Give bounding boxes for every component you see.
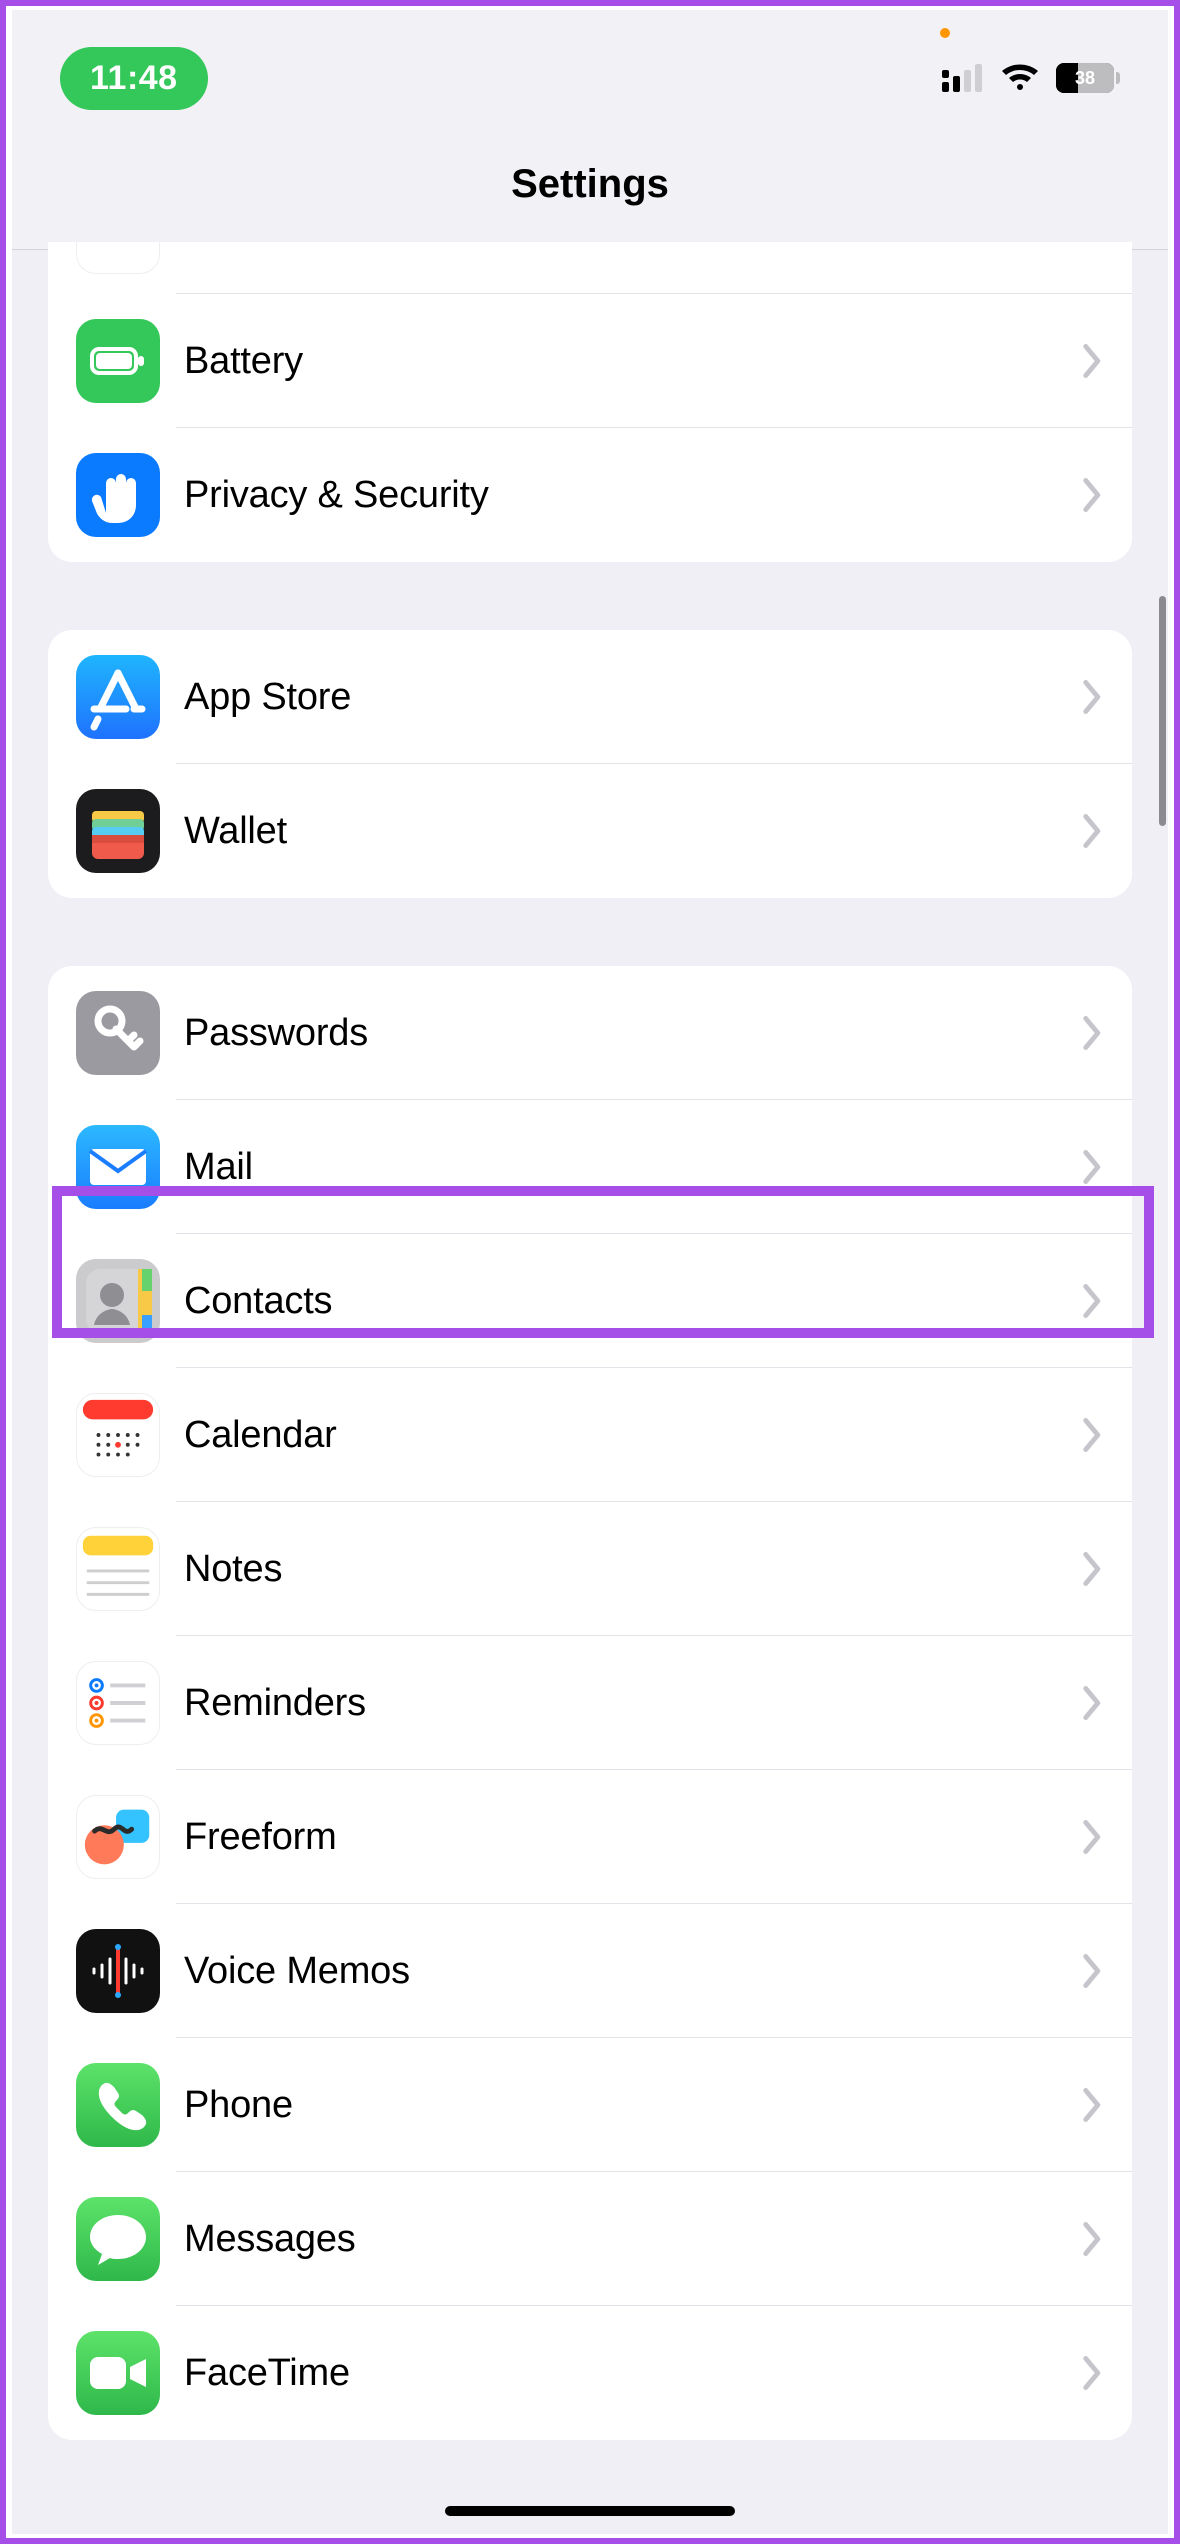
row-label: Messages <box>184 2218 1082 2261</box>
reminders-icon <box>76 1661 160 1745</box>
settings-row-contacts[interactable]: Contacts <box>48 1234 1132 1368</box>
row-label: Freeform <box>184 1816 1082 1859</box>
calendar-icon <box>76 1393 160 1477</box>
battery-indicator: 38 <box>1056 63 1120 93</box>
battery-percentage: 38 <box>1056 63 1114 93</box>
settings-row-reminders[interactable]: Reminders <box>48 1636 1132 1770</box>
home-indicator[interactable] <box>445 2506 735 2516</box>
status-time: 11:48 <box>90 59 178 97</box>
settings-row-phone[interactable]: Phone <box>48 2038 1132 2172</box>
row-label: Contacts <box>184 1280 1082 1323</box>
mail-envelope-icon <box>76 1125 160 1209</box>
partial-icon <box>76 242 160 274</box>
wallet-icon <box>76 789 160 873</box>
row-label: Battery <box>184 340 1082 383</box>
settings-row-partial[interactable] <box>48 242 1132 294</box>
row-label: FaceTime <box>184 2352 1082 2395</box>
privacy-hand-icon <box>76 453 160 537</box>
app-store-icon <box>76 655 160 739</box>
row-label: Mail <box>184 1146 1082 1189</box>
chevron-right-icon <box>1082 2088 1104 2122</box>
messages-icon <box>76 2197 160 2281</box>
row-label: Phone <box>184 2084 1082 2127</box>
settings-row-freeform[interactable]: Freeform <box>48 1770 1132 1904</box>
settings-row-wallet[interactable]: Wallet <box>48 764 1132 898</box>
status-bar: 11:48 38 <box>12 10 1168 120</box>
facetime-icon <box>76 2331 160 2415</box>
notes-icon <box>76 1527 160 1611</box>
row-label: Privacy & Security <box>184 474 1082 517</box>
row-label: Wallet <box>184 810 1082 853</box>
settings-row-notes[interactable]: Notes <box>48 1502 1132 1636</box>
voice-memos-icon <box>76 1929 160 2013</box>
settings-row-privacy[interactable]: Privacy & Security <box>48 428 1132 562</box>
chevron-right-icon <box>1082 814 1104 848</box>
row-label: Calendar <box>184 1414 1082 1457</box>
row-label: Voice Memos <box>184 1950 1082 1993</box>
chevron-right-icon <box>1082 344 1104 378</box>
chevron-right-icon <box>1082 680 1104 714</box>
status-right-cluster: 38 <box>942 63 1120 93</box>
freeform-icon <box>76 1795 160 1879</box>
chevron-right-icon <box>1082 1820 1104 1854</box>
row-label: Reminders <box>184 1682 1082 1725</box>
settings-group: Passwords Mail Contacts <box>48 966 1132 2440</box>
row-label: Notes <box>184 1548 1082 1591</box>
chevron-right-icon <box>1082 478 1104 512</box>
contacts-icon <box>76 1259 160 1343</box>
settings-group: App Store Wallet <box>48 630 1132 898</box>
settings-list: Battery Privacy & Security App Store <box>12 242 1168 2440</box>
passwords-key-icon <box>76 991 160 1075</box>
cellular-signal-icon <box>942 64 984 92</box>
scroll-indicator <box>1159 596 1166 826</box>
settings-group: Battery Privacy & Security <box>48 242 1132 562</box>
wifi-icon <box>1000 63 1040 93</box>
settings-row-facetime[interactable]: FaceTime <box>48 2306 1132 2440</box>
settings-row-battery[interactable]: Battery <box>48 294 1132 428</box>
microphone-in-use-dot <box>940 28 950 38</box>
phone-icon <box>76 2063 160 2147</box>
chevron-right-icon <box>1082 1150 1104 1184</box>
chevron-right-icon <box>1082 2222 1104 2256</box>
chevron-right-icon <box>1082 1954 1104 1988</box>
status-time-pill[interactable]: 11:48 <box>60 47 208 110</box>
settings-row-voicememos[interactable]: Voice Memos <box>48 1904 1132 2038</box>
chevron-right-icon <box>1082 1552 1104 1586</box>
chevron-right-icon <box>1082 1016 1104 1050</box>
chevron-right-icon <box>1082 1418 1104 1452</box>
settings-row-messages[interactable]: Messages <box>48 2172 1132 2306</box>
battery-icon <box>76 319 160 403</box>
row-label: Passwords <box>184 1012 1082 1055</box>
chevron-right-icon <box>1082 2356 1104 2390</box>
settings-row-mail[interactable]: Mail <box>48 1100 1132 1234</box>
settings-row-appstore[interactable]: App Store <box>48 630 1132 764</box>
page-title: Settings <box>12 120 1168 250</box>
chevron-right-icon <box>1082 1686 1104 1720</box>
row-label: App Store <box>184 676 1082 719</box>
settings-row-passwords[interactable]: Passwords <box>48 966 1132 1100</box>
chevron-right-icon <box>1082 1284 1104 1318</box>
settings-row-calendar[interactable]: Calendar <box>48 1368 1132 1502</box>
